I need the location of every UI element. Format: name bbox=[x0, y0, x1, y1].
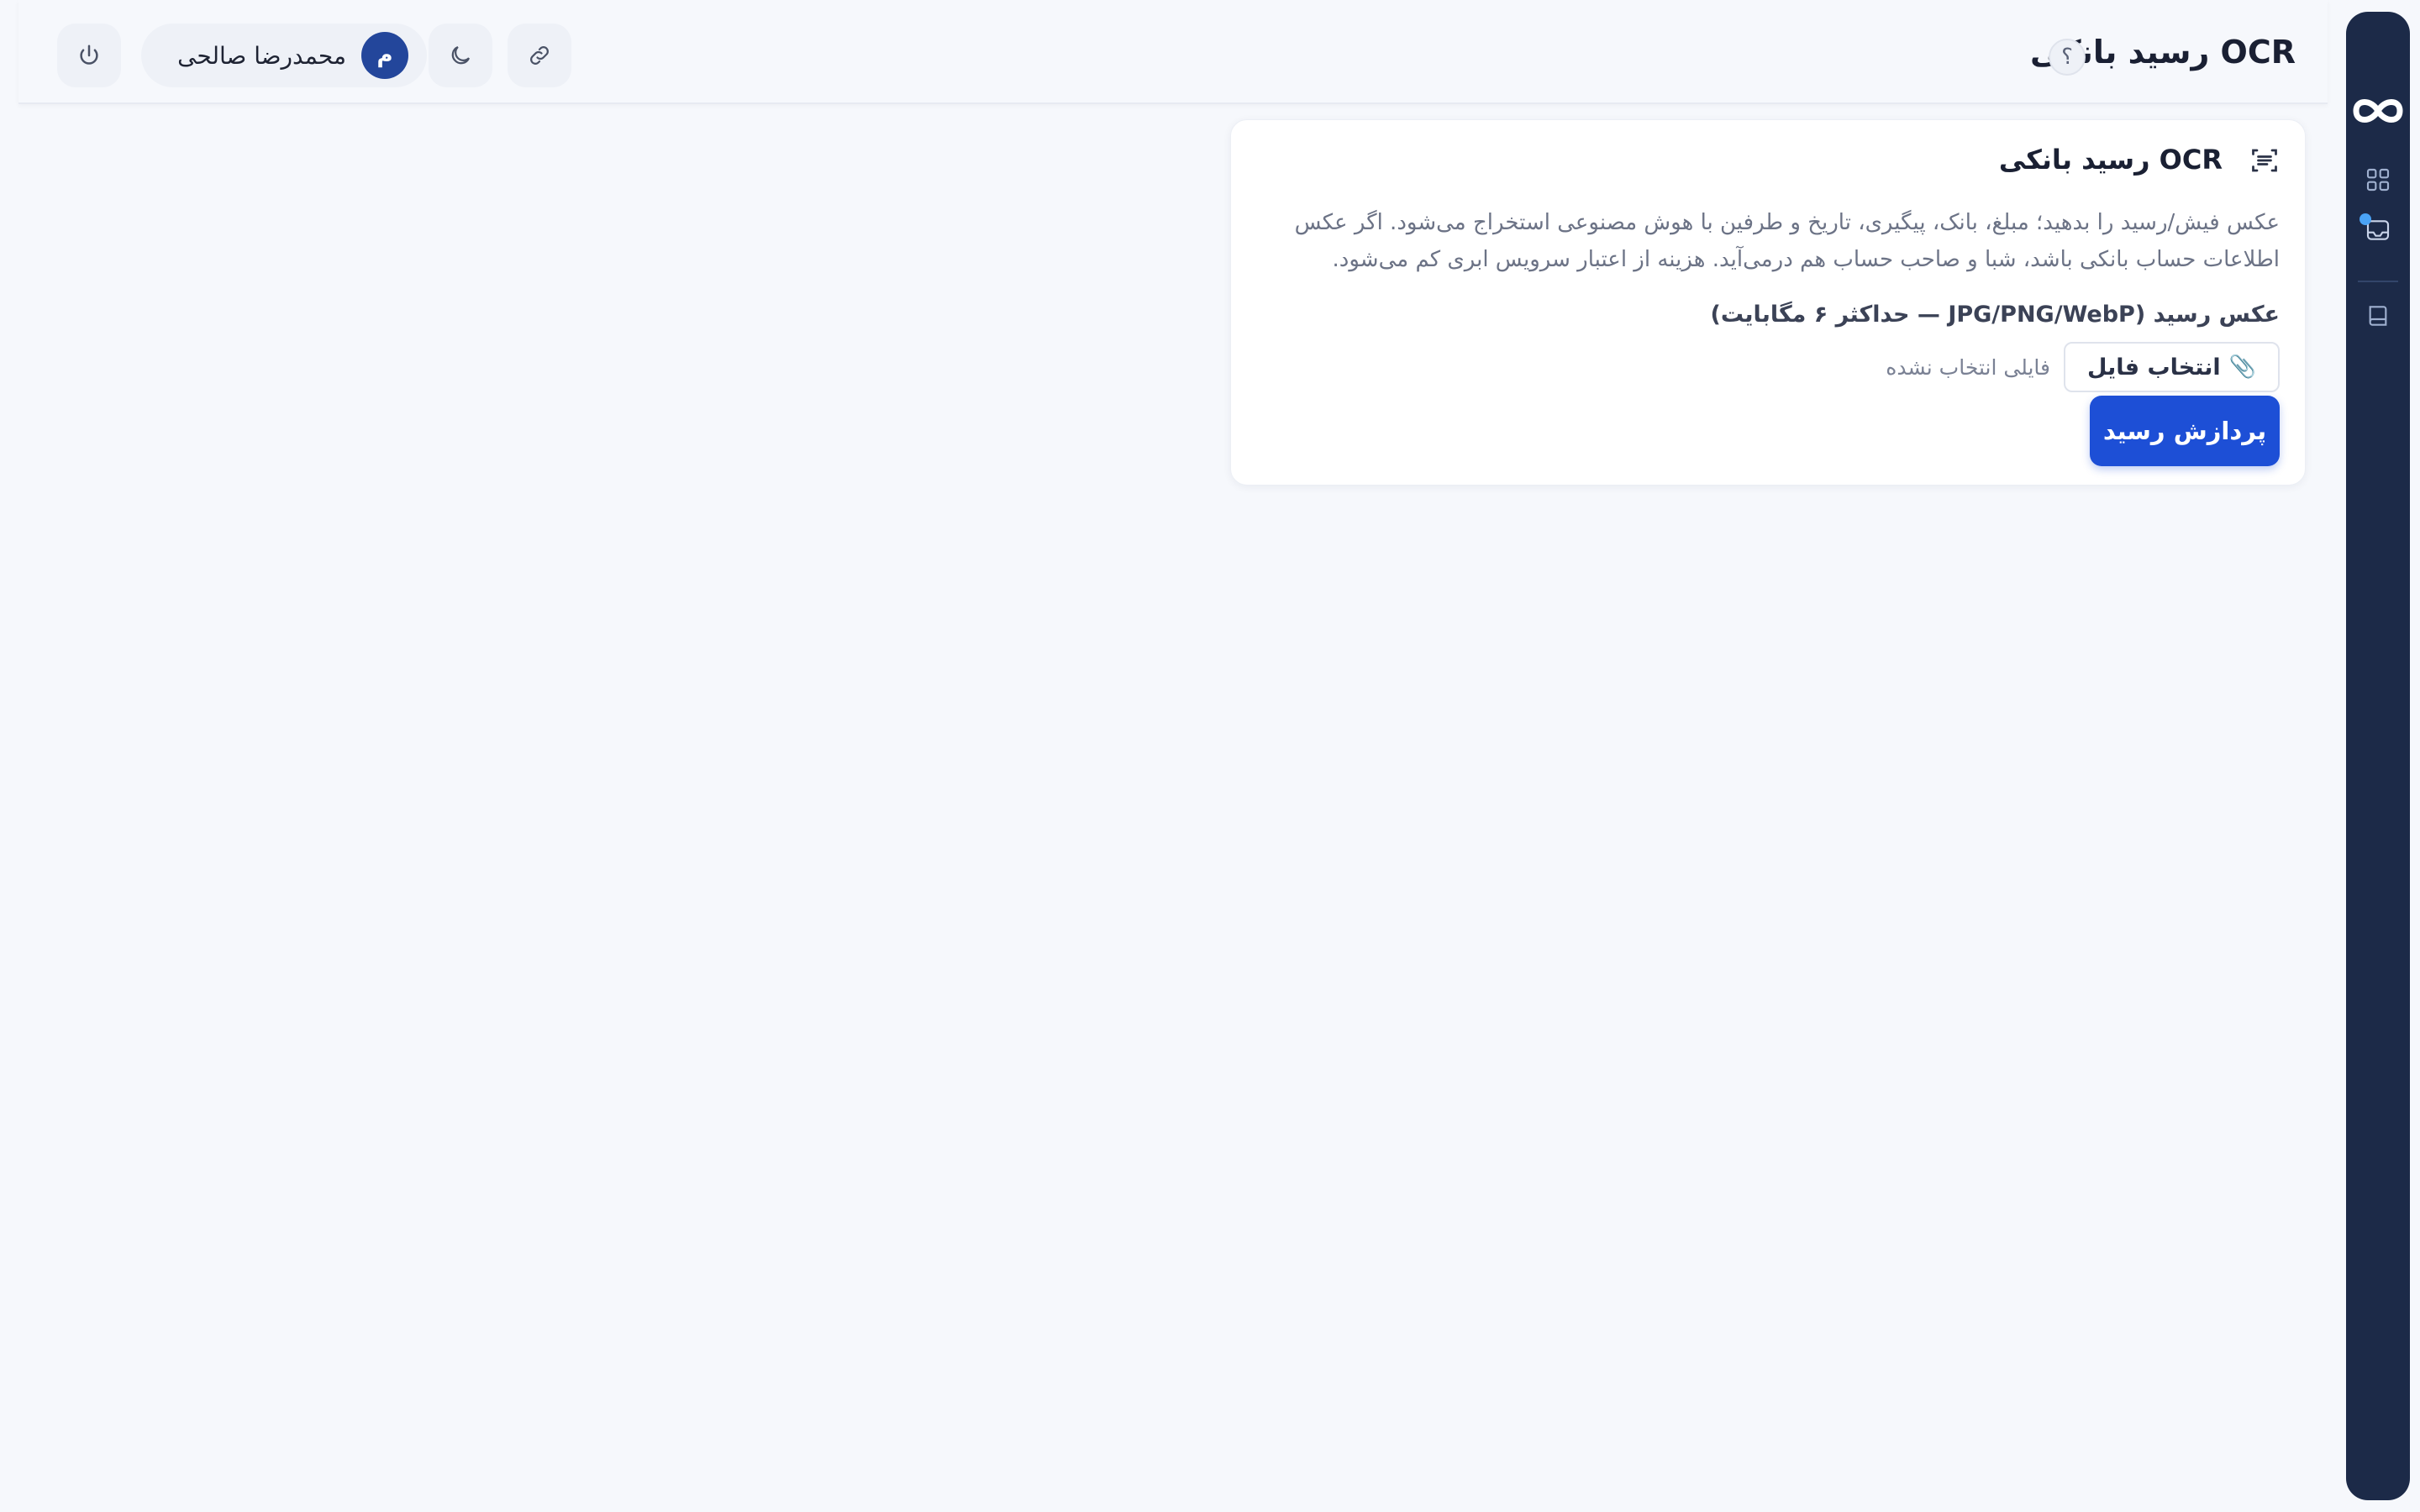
file-status: فایلی انتخاب نشده bbox=[1886, 354, 2051, 380]
card-description: عکس فیش/رسید را بدهید؛ مبلغ، بانک، پیگیر… bbox=[1294, 210, 2280, 272]
infinity-logo-icon[interactable] bbox=[2351, 87, 2405, 134]
top-bar: OCR رسید بانکی ؟ محمدرضا صالحی م bbox=[18, 0, 2328, 104]
scan-text-icon bbox=[2252, 149, 2277, 172]
dashboard-grid-icon bbox=[2366, 168, 2390, 192]
choose-file-button[interactable]: 📎 انتخاب فایل bbox=[2064, 342, 2280, 392]
user-name: محمدرضا صالحی bbox=[177, 41, 346, 70]
paperclip-icon: 📎 bbox=[2228, 354, 2256, 380]
sidebar-item-receipts[interactable] bbox=[2360, 213, 2395, 247]
link-button[interactable] bbox=[508, 24, 571, 87]
user-menu[interactable]: محمدرضا صالحی م bbox=[141, 24, 427, 87]
theme-toggle-button[interactable] bbox=[429, 24, 492, 87]
power-icon bbox=[80, 45, 98, 65]
help-button[interactable]: ؟ bbox=[2049, 39, 2086, 76]
sidebar bbox=[2346, 12, 2410, 1500]
process-receipt-button[interactable]: پردازش رسید bbox=[2090, 396, 2280, 466]
avatar: م bbox=[361, 32, 408, 79]
receipt-image-label: عکس رسید (JPG/PNG/WebP — حداکثر ۶ مگابای… bbox=[1710, 302, 2281, 328]
book-icon bbox=[2369, 306, 2387, 326]
sidebar-divider bbox=[2358, 281, 2398, 282]
sidebar-item-docs[interactable] bbox=[2361, 299, 2395, 333]
receipt-ocr-card: OCR رسید بانکی عکس فیش/رسید را بدهید؛ مب… bbox=[1230, 119, 2306, 486]
logout-button[interactable] bbox=[57, 24, 121, 87]
choose-file-label: انتخاب فایل bbox=[2087, 354, 2221, 381]
link-icon bbox=[530, 46, 549, 65]
card-title: OCR رسید بانکی bbox=[1998, 144, 2223, 176]
moon-icon bbox=[451, 45, 471, 65]
sidebar-item-dashboard[interactable] bbox=[2361, 163, 2395, 197]
notification-dot bbox=[2360, 213, 2371, 225]
file-input: 📎 انتخاب فایل فایلی انتخاب نشده bbox=[1886, 342, 2280, 392]
